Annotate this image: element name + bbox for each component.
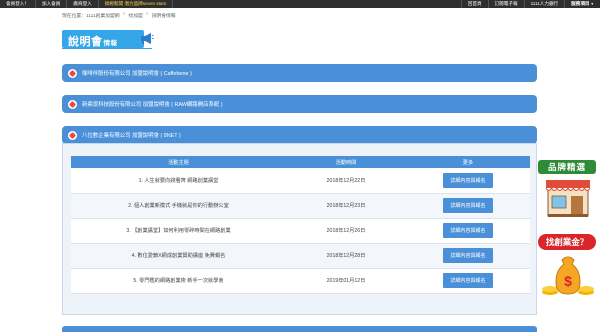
breadcrumb: 現在位置：1111創業加盟網 > 找加盟 > 說明會情報 <box>62 12 176 19</box>
svg-text:$: $ <box>564 273 572 289</box>
breadcrumb-separator-icon: > <box>122 12 126 17</box>
megaphone-icon <box>141 33 154 44</box>
breadcrumb-separator-icon: > <box>145 12 149 17</box>
top-navigation-bar: 會員登入！ 加入會員 廠商登入 搞輕鬆開 潛力品牌seven stars 回首頁… <box>0 0 600 8</box>
details-register-button[interactable]: 詳細內容與報名 <box>443 248 493 263</box>
join-member-link[interactable]: 加入會員 <box>36 0 68 8</box>
breadcrumb-home[interactable]: 現在位置：1111創業加盟網 <box>62 12 120 19</box>
seminar-date: 2018年12月22日 <box>286 168 406 194</box>
table-row: 2. 個人創業新模式 手機就是你的行動辦公室 2018年12月23日 詳細內容與… <box>71 193 530 219</box>
seminar-topic: 3. 【創業講堂】如何利用零碎時間在網路創業 <box>71 218 286 244</box>
column-header-date: 活動時間 <box>286 156 406 168</box>
seminar-topic: 2. 個人創業新模式 手機就是你的行動辦公室 <box>71 193 286 219</box>
breadcrumb-franchise[interactable]: 找加盟 <box>128 12 142 19</box>
seminar-action-cell: 詳細內容與報名 <box>406 243 530 269</box>
seminar-action-cell: 詳細內容與報名 <box>406 268 530 294</box>
accordion-label: 八位數企業有限公司 加盟說明會 ( 8NET ) <box>82 133 181 139</box>
seminar-panel: 活動主題 活動時間 更多 1. 人生就要向錢看齊 網路創業講堂 2018年12月… <box>62 143 537 315</box>
money-bag-icon: $ <box>542 256 594 295</box>
details-register-button[interactable]: 詳細內容與報名 <box>443 172 493 188</box>
seminar-action-cell: 詳細內容與報名 <box>406 193 530 219</box>
services-menu[interactable]: 服務項目 ▼ <box>564 0 600 8</box>
seminar-topic: 5. 零門檻的網路創業術 新手一次就學會 <box>71 268 286 294</box>
breadcrumb-current: 說明會情報 <box>151 14 176 19</box>
details-register-button[interactable]: 詳細內容與報名 <box>443 223 493 238</box>
newsletter-link[interactable]: 訂閱電子報 <box>487 0 524 8</box>
seminar-topic: 4. 數位愛鎖X網成創業贊助講座 免費報名 <box>71 243 286 269</box>
table-header-row: 活動主題 活動時間 更多 <box>71 156 530 168</box>
startup-funding-label: 找創業金？ <box>538 234 596 250</box>
briefing-icon <box>68 68 77 78</box>
seminar-topic: 1. 人生就要向錢看齊 網路創業講堂 <box>71 168 286 194</box>
column-header-more: 更多 <box>406 156 530 168</box>
seminar-date: 2018年12月26日 <box>286 218 406 244</box>
home-link[interactable]: 回首頁 <box>460 0 488 8</box>
table-row: 4. 數位愛鎖X網成創業贊助講座 免費報名 2018年12月28日 詳細內容與報… <box>71 243 530 269</box>
section-title-underline <box>62 48 152 49</box>
seminar-date: 2018年12月23日 <box>286 193 406 219</box>
brand-selection-label: 品牌精選 <box>538 160 596 174</box>
table-row: 1. 人生就要向錢看齊 網路創業講堂 2018年12月22日 詳細內容與報名 <box>71 168 530 194</box>
seminar-action-cell: 詳細內容與報名 <box>406 218 530 244</box>
promo-link[interactable]: 搞輕鬆開 潛力品牌seven stars <box>99 0 174 8</box>
seminar-action-cell: 詳細內容與報名 <box>406 168 530 194</box>
job-bank-link[interactable]: 1111人力銀行 <box>523 0 565 8</box>
accordion-8net[interactable]: 八位數企業有限公司 加盟說明會 ( 8NET ) <box>62 126 537 144</box>
storefront-icon <box>545 180 591 217</box>
accordion-label: 咖啡伴股份有限公司 加盟說明會 ( Caffebene ) <box>82 71 192 77</box>
column-header-topic: 活動主題 <box>71 156 286 168</box>
vendor-login-link[interactable]: 廠商登入 <box>67 0 99 8</box>
accordion-label: 新鼎景科技股份有限公司 加盟說明會 ( RAW網路開店系統 ) <box>82 102 223 108</box>
briefing-icon <box>68 130 77 140</box>
accordion-raw[interactable]: 新鼎景科技股份有限公司 加盟說明會 ( RAW網路開店系統 ) <box>62 95 537 113</box>
startup-funding-ad[interactable]: 找創業金？ $ <box>534 230 600 300</box>
briefing-icon <box>68 99 77 109</box>
details-register-button[interactable]: 詳細內容與報名 <box>443 273 493 288</box>
seminar-table: 活動主題 活動時間 更多 1. 人生就要向錢看齊 網路創業講堂 2018年12月… <box>71 156 530 294</box>
section-title: 說明會情報 <box>62 30 154 50</box>
chevron-down-icon: ▼ <box>590 2 594 6</box>
next-accordion-edge[interactable] <box>62 326 537 332</box>
table-row: 3. 【創業講堂】如何利用零碎時間在網路創業 2018年12月26日 詳細內容與… <box>71 218 530 244</box>
accordion-caffebene[interactable]: 咖啡伴股份有限公司 加盟說明會 ( Caffebene ) <box>62 64 537 82</box>
seminar-date: 2019年01月12日 <box>286 268 406 294</box>
seminar-date: 2018年12月28日 <box>286 243 406 269</box>
brand-selection-ad[interactable]: 品牌精選 <box>538 160 598 220</box>
table-row: 5. 零門檻的網路創業術 新手一次就學會 2019年01月12日 詳細內容與報名 <box>71 268 530 294</box>
member-login-link[interactable]: 會員登入！ <box>0 0 36 8</box>
details-register-button[interactable]: 詳細內容與報名 <box>443 198 493 213</box>
section-title-text: 說明會情報 <box>68 36 118 48</box>
